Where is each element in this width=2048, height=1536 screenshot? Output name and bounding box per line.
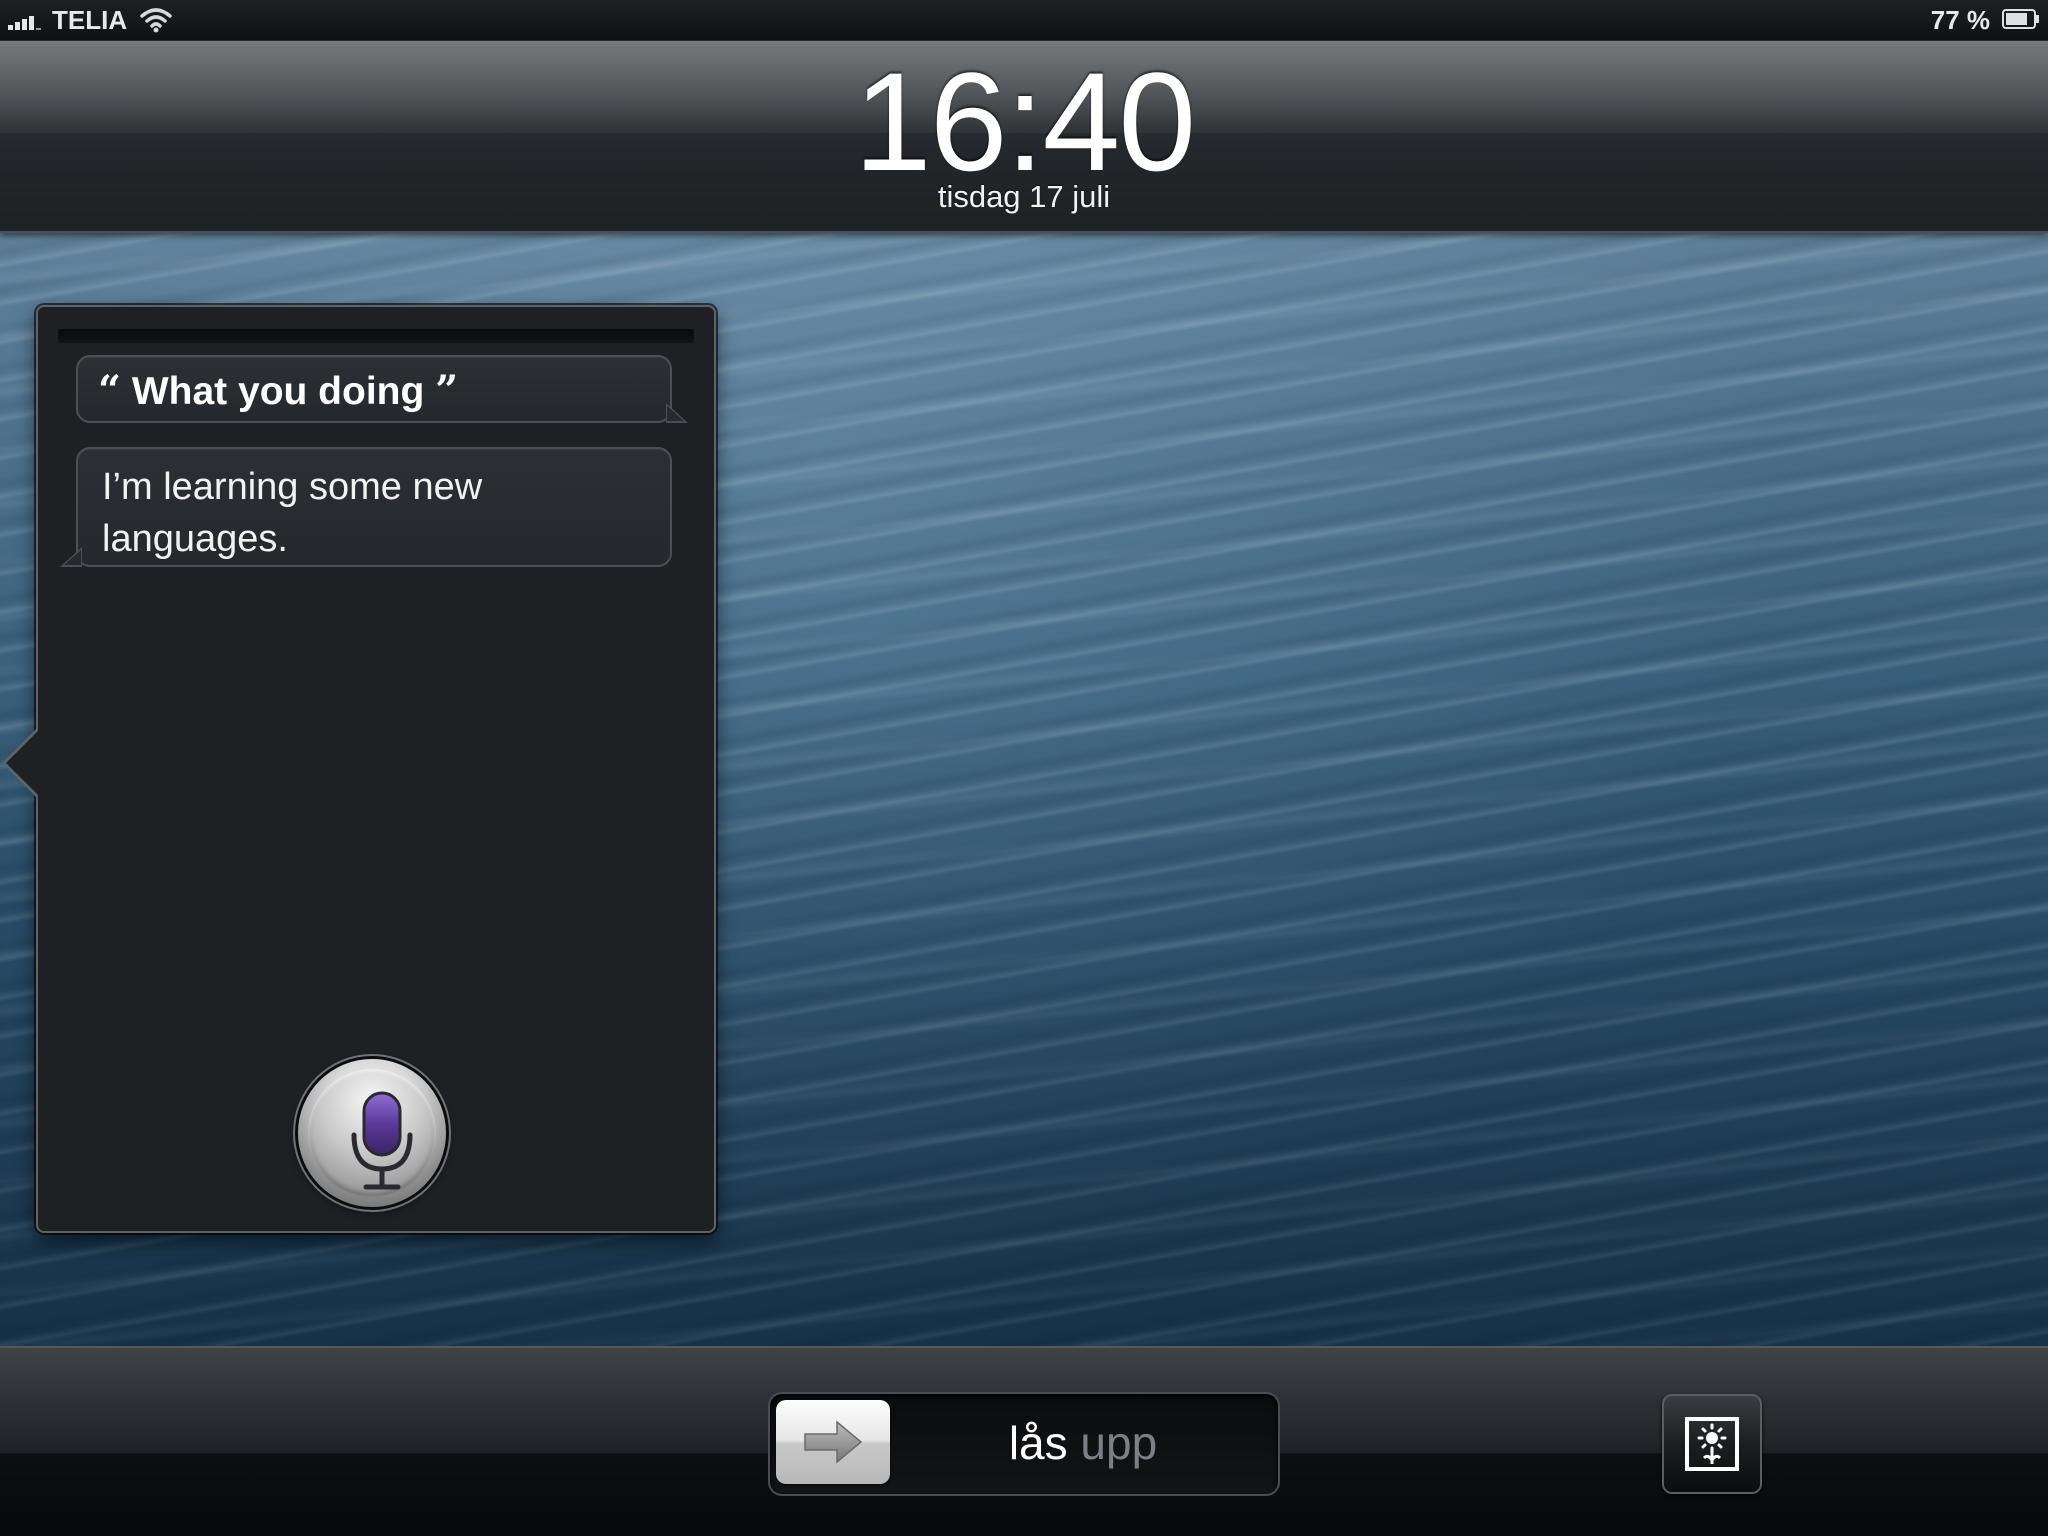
lock-screen-date: tisdag 17 juli bbox=[937, 179, 1111, 214]
siri-panel-pointer-fill bbox=[6, 730, 39, 796]
unlock-slider-knob[interactable] bbox=[776, 1400, 890, 1484]
user-query-text: What you doing bbox=[131, 370, 425, 413]
siri-mic-button[interactable] bbox=[298, 1059, 446, 1207]
photo-frame-button[interactable] bbox=[1662, 1394, 1762, 1494]
siri-panel-header-strip bbox=[58, 329, 694, 343]
unlock-label-dim: upp bbox=[1080, 1417, 1158, 1469]
open-quote-mark: “ bbox=[98, 367, 122, 414]
user-query: “ What you doing ” bbox=[98, 367, 458, 414]
mic-button-ring bbox=[308, 1069, 436, 1197]
signal-bars-icon bbox=[8, 12, 44, 30]
siri-reply-text: I’m learning some new languages. bbox=[102, 466, 483, 560]
clock-bar: 16:40 tisdag 17 juli bbox=[0, 41, 2048, 233]
arrow-right-icon bbox=[804, 1420, 863, 1464]
siri-reply-bubble: I’m learning some new languages. bbox=[60, 447, 672, 567]
battery-percent: 77 % bbox=[1930, 5, 1990, 35]
microphone-icon bbox=[351, 1091, 413, 1190]
carrier-name: TELIA bbox=[52, 5, 128, 35]
photo-frame-icon bbox=[1685, 1417, 1739, 1471]
siri-panel: “ What you doing ” I’m learning some new… bbox=[2, 305, 716, 1233]
battery-icon bbox=[2002, 9, 2039, 29]
wifi-icon bbox=[140, 8, 172, 33]
unlock-slider[interactable]: lås upp bbox=[768, 1392, 1280, 1496]
ipad-lock-screen: TELIA 77 % 16:40 tisdag 17 juli “ What y… bbox=[0, 0, 2048, 1536]
siri-bubble-tail-fill bbox=[64, 550, 81, 565]
unlock-slider-label: lås upp bbox=[898, 1416, 1268, 1470]
lock-screen-bottom-bar: lås upp bbox=[0, 1346, 2048, 1536]
user-bubble-tail-fill bbox=[667, 406, 684, 421]
unlock-label-bright: lås bbox=[1008, 1417, 1068, 1469]
close-quote-mark: ” bbox=[435, 367, 459, 414]
status-bar: TELIA 77 % bbox=[0, 0, 2048, 41]
lock-screen-time: 16:40 bbox=[853, 43, 1196, 200]
user-query-bubble[interactable]: “ What you doing ” bbox=[76, 355, 688, 423]
